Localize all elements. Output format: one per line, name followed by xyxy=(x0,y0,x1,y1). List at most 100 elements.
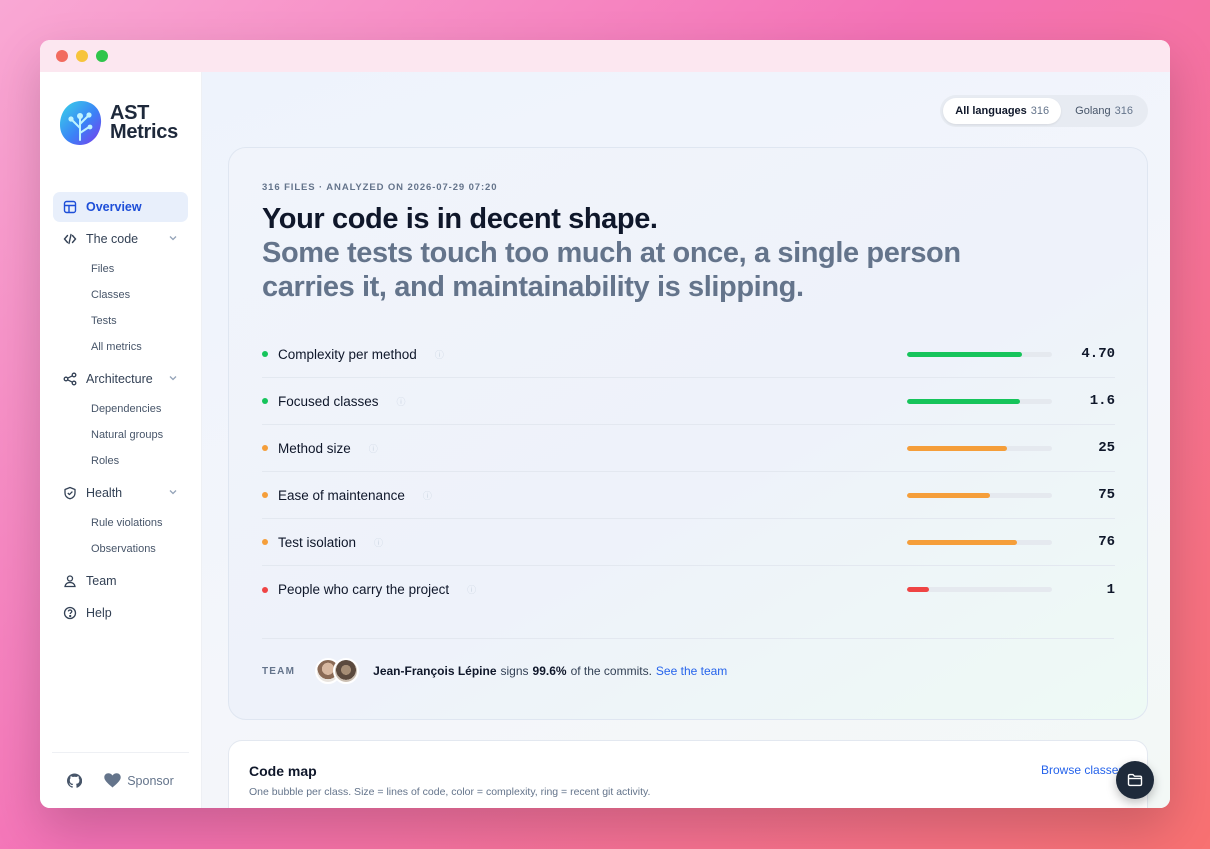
shield-icon xyxy=(64,486,76,500)
metric-label: People who carry the project xyxy=(278,582,450,597)
avatar-group xyxy=(315,658,360,684)
info-icon[interactable]: ⓘ xyxy=(369,442,378,455)
share-icon xyxy=(63,372,77,386)
logo-icon xyxy=(60,101,102,145)
metric-bar xyxy=(907,587,1052,592)
sidebar: AST Metrics Overview The code Files Clas… xyxy=(40,72,202,808)
close-window-button[interactable] xyxy=(56,50,68,62)
sidebar-item-health[interactable]: Health xyxy=(53,478,188,508)
sidebar-subitem-natural-groups[interactable]: Natural groups xyxy=(53,422,188,448)
team-summary: TEAM Jean-François Lépine signs 99.6% of… xyxy=(262,658,727,684)
status-dot xyxy=(262,351,268,357)
status-dot xyxy=(262,586,268,593)
info-icon[interactable]: ⓘ xyxy=(423,489,432,502)
language-label: Golang xyxy=(1075,105,1111,117)
open-folder-button[interactable] xyxy=(1116,761,1154,799)
metric-bar xyxy=(907,352,1052,357)
minimize-window-button[interactable] xyxy=(76,50,88,62)
headline: Your code is in decent shape. xyxy=(262,203,658,235)
team-person-name: Jean-François Lépine xyxy=(373,664,497,678)
user-icon xyxy=(64,575,76,588)
sidebar-item-team[interactable]: Team xyxy=(53,566,188,596)
metric-label: Method size xyxy=(278,440,351,456)
metric-value: 4.70 xyxy=(1081,346,1115,362)
metric-row[interactable]: Ease of maintenance ⓘ 75 xyxy=(262,472,1115,519)
info-icon[interactable]: ⓘ xyxy=(435,348,444,361)
metric-bar-fill xyxy=(907,352,1022,357)
github-icon[interactable] xyxy=(67,773,83,788)
metric-bar xyxy=(907,540,1052,545)
metric-label: Ease of maintenance xyxy=(278,487,405,503)
metric-row[interactable]: Test isolation ⓘ 76 xyxy=(262,519,1115,566)
code-map-subtitle: One bubble per class. Size = lines of co… xyxy=(249,786,651,798)
status-dot xyxy=(262,492,268,498)
sidebar-subitem-rule-violations[interactable]: Rule violations xyxy=(53,510,188,536)
metric-bar xyxy=(907,493,1052,498)
sidebar-subitem-roles[interactable]: Roles xyxy=(53,448,188,474)
metric-bar-fill xyxy=(907,399,1021,404)
status-dot xyxy=(262,445,268,451)
sidebar-subitem-dependencies[interactable]: Dependencies xyxy=(53,396,188,422)
language-count: 316 xyxy=(1114,105,1133,117)
sidebar-item-label: Architecture xyxy=(86,372,153,386)
info-icon[interactable]: ⓘ xyxy=(467,583,476,596)
app-logo[interactable]: AST Metrics xyxy=(58,98,178,148)
metric-label: Complexity per method xyxy=(278,346,417,362)
metric-label: Focused classes xyxy=(278,393,379,409)
metrics-list: Complexity per method ⓘ 4.70 Focused classe… xyxy=(262,331,1115,613)
sidebar-item-overview[interactable]: Overview xyxy=(53,192,188,222)
sidebar-item-help[interactable]: Help xyxy=(53,598,188,628)
status-dot xyxy=(262,539,268,545)
sidebar-item-label: Help xyxy=(86,606,112,620)
main-content: All languages 316 Golang 316 316 FILES ·… xyxy=(202,72,1170,808)
metric-value: 76 xyxy=(1098,534,1115,550)
sidebar-subitem-files[interactable]: Files xyxy=(53,256,188,282)
code-icon xyxy=(63,233,77,245)
maximize-window-button[interactable] xyxy=(96,50,108,62)
info-icon[interactable]: ⓘ xyxy=(397,395,406,408)
language-option-all[interactable]: All languages 316 xyxy=(943,98,1062,124)
sidebar-subitem-tests[interactable]: Tests xyxy=(53,308,188,334)
app-window: AST Metrics Overview The code Files Clas… xyxy=(40,40,1170,808)
sidebar-item-architecture[interactable]: Architecture xyxy=(53,364,188,394)
status-dot xyxy=(262,398,268,404)
language-label: All languages xyxy=(955,105,1027,117)
folder-icon xyxy=(1127,773,1143,787)
language-option-golang[interactable]: Golang 316 xyxy=(1063,98,1145,124)
title-bar xyxy=(40,40,1170,72)
metric-bar xyxy=(907,446,1052,451)
code-map-title: Code map xyxy=(249,763,317,779)
subheadline: Some tests touch too much at once, a sin… xyxy=(262,237,961,303)
language-count: 316 xyxy=(1030,105,1050,117)
sidebar-subitem-classes[interactable]: Classes xyxy=(53,282,188,308)
metric-bar xyxy=(907,399,1052,404)
info-icon[interactable]: ⓘ xyxy=(374,536,383,549)
sidebar-subitem-all-metrics[interactable]: All metrics xyxy=(53,334,188,360)
summary-card: 316 FILES · ANALYZED ON 2026-07-29 07:20… xyxy=(228,147,1148,720)
metric-value: 1.6 xyxy=(1089,393,1115,409)
chevron-down-icon[interactable] xyxy=(168,487,178,497)
sidebar-item-the-code[interactable]: The code xyxy=(53,224,188,254)
metric-value: 25 xyxy=(1098,440,1115,456)
sponsor-link[interactable]: Sponsor xyxy=(104,773,174,788)
sidebar-item-label: Overview xyxy=(86,200,142,214)
page-title: Your code is in decent shape. Some tests… xyxy=(262,202,1022,304)
see-team-link[interactable]: See the team xyxy=(656,664,727,678)
divider xyxy=(262,638,1114,639)
team-signs-text: signs xyxy=(500,664,529,678)
logo-line-2: Metrics xyxy=(110,121,178,143)
metric-bar-fill xyxy=(907,587,929,592)
sponsor-label: Sponsor xyxy=(127,773,174,788)
analysis-meta: 316 FILES · ANALYZED ON 2026-07-29 07:20 xyxy=(262,182,498,193)
metric-row[interactable]: Method size ⓘ 25 xyxy=(262,425,1115,472)
metric-row[interactable]: Focused classes ⓘ 1.6 xyxy=(262,378,1115,425)
chevron-down-icon[interactable] xyxy=(168,373,178,383)
language-toggle: All languages 316 Golang 316 xyxy=(940,95,1148,127)
metric-row[interactable]: Complexity per method ⓘ 4.70 xyxy=(262,331,1115,378)
metric-value: 75 xyxy=(1098,487,1115,503)
metric-row[interactable]: People who carry the project ⓘ 1 xyxy=(262,566,1115,613)
metric-bar-fill xyxy=(907,493,990,498)
chevron-down-icon[interactable] xyxy=(168,233,178,243)
sidebar-subitem-observations[interactable]: Observations xyxy=(53,536,188,562)
avatar xyxy=(333,658,360,684)
